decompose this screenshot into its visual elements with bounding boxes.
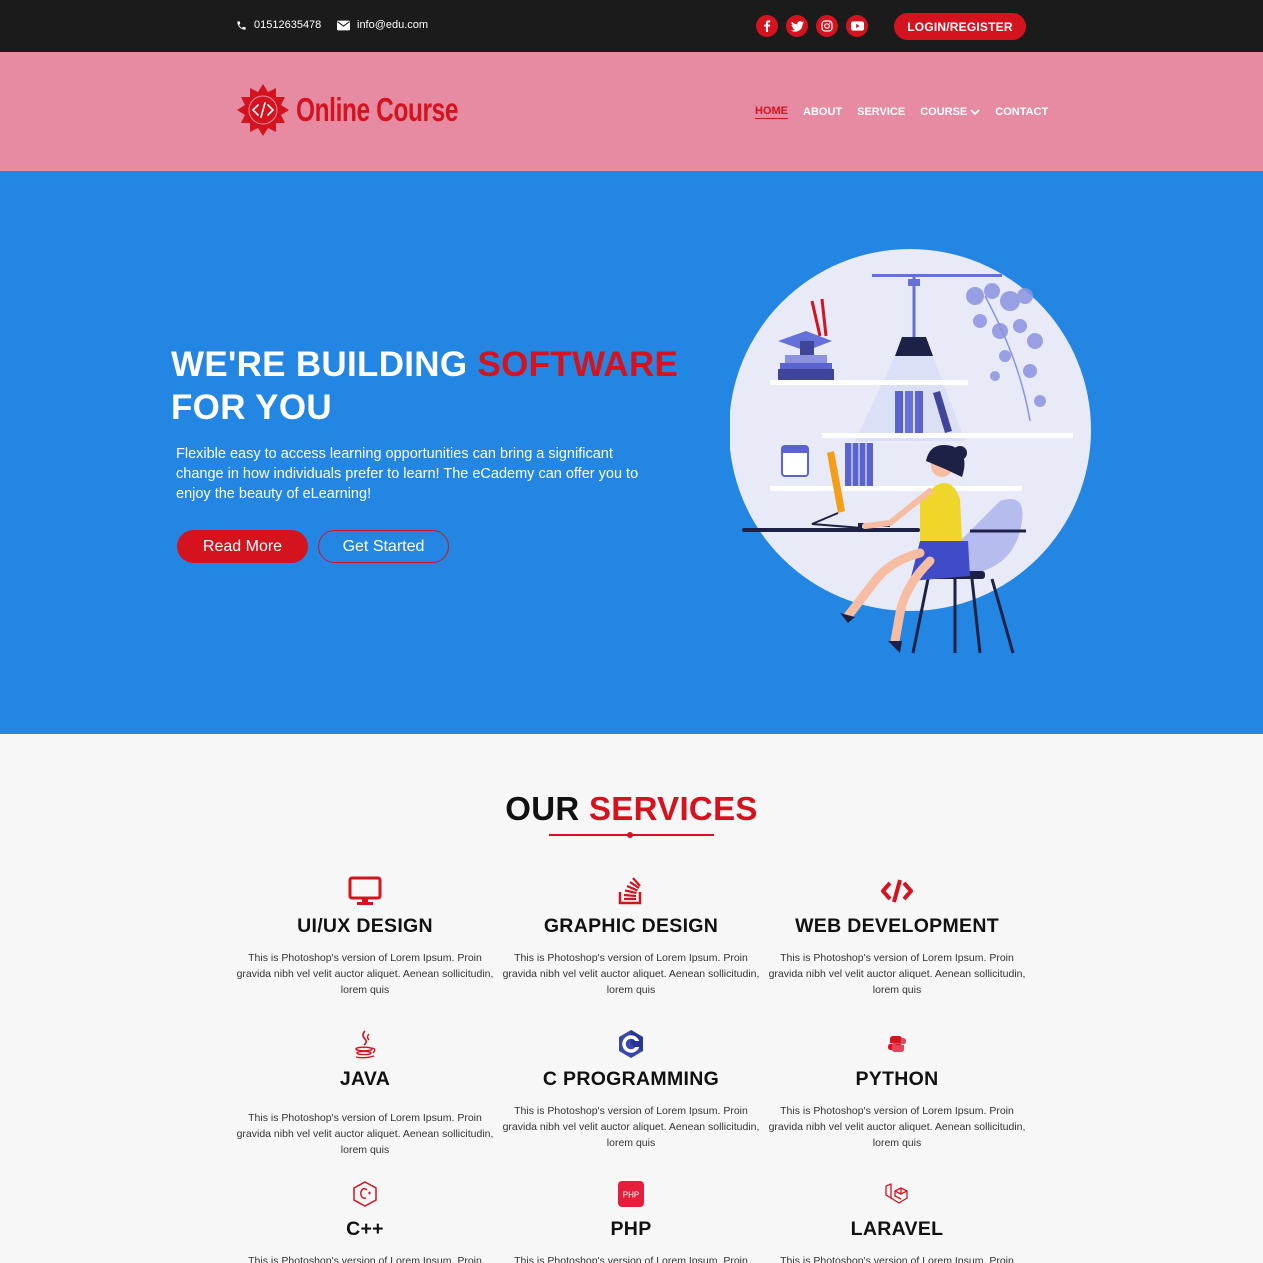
instagram-link[interactable] — [816, 15, 838, 37]
service-name: WEB DEVELOPMENT — [795, 915, 999, 937]
python-icon — [888, 1036, 906, 1052]
service-name: C++ — [346, 1218, 384, 1240]
nav-about[interactable]: ABOUT — [803, 105, 842, 119]
service-name: GRAPHIC DESIGN — [543, 915, 719, 937]
social-links — [756, 15, 868, 37]
hero-title-accent: SOFTWARE — [477, 345, 679, 384]
code-badge-icon — [237, 84, 289, 136]
service-name: C PROGRAMMING — [542, 1068, 720, 1090]
read-more-button[interactable]: Read More — [177, 530, 308, 563]
services-divider — [549, 832, 714, 838]
twitter-icon — [790, 20, 804, 32]
service-card-cpp[interactable]: C++ This is Photoshop's version of Lorem… — [232, 1178, 498, 1263]
stack-icon — [618, 877, 642, 905]
youtube-icon — [850, 21, 864, 31]
service-card-laravel[interactable]: LARAVEL This is Photoshop's version of L… — [764, 1178, 1030, 1263]
service-name: UI/UX DESIGN — [297, 915, 433, 937]
services-title-part1: OUR — [505, 790, 589, 827]
facebook-link[interactable] — [756, 15, 778, 37]
service-desc: This is Photoshop's version of Lorem Ips… — [248, 1255, 482, 1263]
laravel-icon — [885, 1183, 908, 1204]
hero-illustration — [730, 249, 1091, 654]
svg-text:PHP: PHP — [623, 1191, 639, 1200]
service-desc: This is Photoshop's version of Lorem Ips… — [236, 1112, 494, 1156]
service-card-graphic-design[interactable]: GRAPHIC DESIGN This is Photoshop's versi… — [498, 875, 764, 998]
nav-course[interactable]: COURSE — [920, 105, 980, 119]
hero-section: WE'RE BUILDING SOFTWARE FOR YOU Flexible… — [0, 171, 1263, 734]
service-desc: This is Photoshop's version of Lorem Ips… — [780, 1255, 1014, 1263]
hero-title-part1: WE'RE BUILDING — [171, 345, 478, 384]
service-name: PYTHON — [855, 1068, 939, 1090]
monitor-icon — [348, 876, 382, 905]
site-header: Online Course HOME ABOUT SERVICE COURSE … — [0, 52, 1263, 171]
service-card-ui-ux[interactable]: UI/UX DESIGN This is Photoshop's version… — [232, 875, 498, 998]
service-card-python[interactable]: PYTHON This is Photoshop's version of Lo… — [764, 1028, 1030, 1151]
service-desc: This is Photoshop's version of Lorem Ips… — [768, 952, 1026, 996]
hero-title-part2: FOR YOU — [171, 388, 332, 427]
nav-home[interactable]: HOME — [755, 105, 788, 119]
instagram-icon — [821, 20, 833, 32]
c-language-icon — [619, 1030, 643, 1058]
nav-service[interactable]: SERVICE — [857, 105, 905, 119]
email-contact[interactable]: info@edu.com — [337, 19, 428, 31]
service-card-php[interactable]: PHP PHP This is Photoshop's version of L… — [498, 1178, 764, 1263]
site-logo[interactable]: Online Course — [236, 83, 515, 137]
service-desc: This is Photoshop's version of Lorem Ips… — [514, 1255, 748, 1263]
email-address: info@edu.com — [357, 19, 429, 31]
php-icon: PHP — [618, 1181, 644, 1207]
service-name: JAVA — [339, 1068, 391, 1090]
service-desc: This is Photoshop's version of Lorem Ips… — [502, 1105, 760, 1149]
nav-contact[interactable]: CONTACT — [995, 105, 1048, 119]
cpp-icon — [353, 1181, 377, 1207]
phone-icon — [237, 20, 246, 30]
login-register-button[interactable]: LOGIN/REGISTER — [894, 13, 1026, 40]
java-icon — [355, 1030, 376, 1059]
nav-course-label: COURSE — [920, 106, 968, 118]
twitter-link[interactable] — [786, 15, 808, 37]
service-card-web-development[interactable]: WEB DEVELOPMENT This is Photoshop's vers… — [764, 875, 1030, 998]
hero-description: Flexible easy to access learning opportu… — [176, 446, 639, 502]
youtube-link[interactable] — [846, 15, 868, 37]
main-nav: HOME ABOUT SERVICE COURSE CONTACT — [755, 105, 1048, 119]
phone-contact[interactable]: 01512635478 — [236, 19, 321, 31]
service-desc: This is Photoshop's version of Lorem Ips… — [502, 952, 760, 996]
code-icon — [881, 879, 913, 903]
service-name: PHP — [610, 1218, 652, 1240]
service-desc: This is Photoshop's version of Lorem Ips… — [236, 952, 494, 996]
logo-text: Online Course — [296, 91, 459, 128]
get-started-button[interactable]: Get Started — [318, 530, 449, 563]
top-bar: 01512635478 info@edu.com LOGIN/REGISTER — [0, 0, 1263, 52]
envelope-icon — [337, 20, 350, 30]
phone-number: 01512635478 — [254, 19, 322, 31]
service-card-c-programming[interactable]: C PROGRAMMING This is Photoshop's versio… — [498, 1028, 764, 1151]
services-title: OUR SERVICES — [0, 790, 1263, 828]
chevron-down-icon — [970, 109, 980, 116]
hero-title: WE'RE BUILDING SOFTWARE FOR YOU — [171, 343, 678, 429]
facebook-icon — [764, 20, 771, 32]
services-title-accent: SERVICES — [589, 790, 758, 827]
service-name: LARAVEL — [850, 1218, 944, 1240]
service-desc: This is Photoshop's version of Lorem Ips… — [768, 1105, 1026, 1149]
service-card-java[interactable]: JAVA This is Photoshop's version of Lore… — [232, 1028, 498, 1158]
